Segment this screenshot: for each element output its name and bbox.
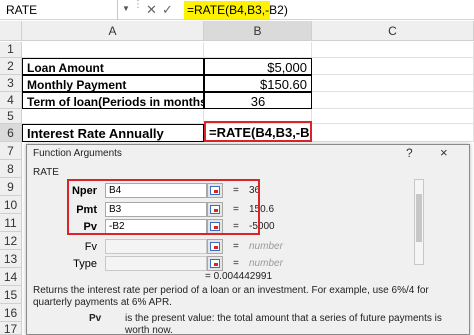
arg-value-type: number [249,258,283,269]
collapse-dialog-button-type[interactable] [207,256,223,271]
argument-description-name: Pv [89,313,102,324]
row-header[interactable]: 6 [0,124,22,142]
cell-b1[interactable] [204,42,312,58]
column-header-b[interactable]: B [204,21,312,41]
name-box[interactable]: RATE [0,0,118,20]
row-header[interactable]: 12 [0,232,22,250]
row-header[interactable]: 8 [0,160,22,178]
range-select-icon [210,259,220,268]
cell-b4[interactable]: 36 [204,92,312,109]
formula-result: = 0.004442991 [205,271,273,282]
collapse-dialog-button-fv[interactable] [207,239,223,254]
function-name: RATE [33,167,59,178]
cell-c6[interactable] [312,124,474,142]
arg-input-type[interactable] [105,256,207,271]
enter-icon[interactable]: ✓ [162,2,173,18]
row-header[interactable]: 2 [0,58,22,75]
formula-input[interactable]: =RATE(B4,B3,-B2) [184,1,288,19]
column-header-a[interactable]: A [22,21,204,41]
row-header[interactable]: 4 [0,92,22,109]
cell-a3[interactable]: Monthly Payment [22,75,204,92]
cell-c1[interactable] [312,42,474,58]
cell-a6[interactable]: Interest Rate Annually [22,124,204,142]
cancel-icon[interactable]: ✕ [146,2,157,18]
row-header[interactable]: 3 [0,75,22,92]
arg-value-fv: number [249,241,283,252]
row-header[interactable]: 14 [0,268,22,286]
formula-bar-splitter[interactable]: ⋮ [133,0,143,18]
cell-b3[interactable]: $150.60 [204,75,312,92]
row-header[interactable]: 17 [0,322,22,335]
function-description: Returns the interest rate per period of … [33,285,429,308]
select-all-corner[interactable] [0,21,22,41]
cell-a5[interactable] [22,109,204,124]
row-header[interactable]: 5 [0,109,22,124]
row-header[interactable]: 15 [0,286,22,304]
cell-a1[interactable] [22,42,204,58]
dialog-title: Function Arguments [33,148,122,159]
arg-equals: = [233,258,239,269]
range-select-icon [210,242,220,251]
scrollbar-thumb[interactable] [416,194,422,242]
arguments-scrollbar[interactable] [414,179,424,265]
cell-c3[interactable] [312,75,474,92]
argument-description: is the present value: the total amount t… [125,313,442,335]
column-header-c[interactable]: C [312,21,474,41]
name-box-dropdown-icon[interactable]: ▼ [122,4,130,13]
arg-equals: = [233,241,239,252]
row-header[interactable]: 16 [0,304,22,322]
row-header[interactable]: 7 [0,142,22,160]
arg-label-fv: Fv [84,241,97,253]
cell-c5[interactable] [312,109,474,124]
cell-b2[interactable]: $5,000 [204,58,312,75]
required-args-highlight [67,179,260,235]
close-icon[interactable]: × [440,145,448,160]
help-icon[interactable]: ? [406,146,413,160]
row-header[interactable]: 11 [0,214,22,232]
row-header[interactable]: 10 [0,196,22,214]
cell-b6-formula[interactable]: =RATE(B4,B3,-B2) [204,121,312,142]
arg-label-type: Type [73,258,97,270]
row-header[interactable]: 13 [0,250,22,268]
cell-c4[interactable] [312,92,474,109]
row-header[interactable]: 1 [0,42,22,58]
cell-c2[interactable] [312,58,474,75]
formula-bar: RATE ▼ ⋮ ✕ ✓ =RATE(B4,B3,-B2) [0,0,474,20]
function-arguments-dialog: Function Arguments ? × RATE Nper B4 = 36… [26,144,470,335]
arg-input-fv[interactable] [105,239,207,254]
cell-a4[interactable]: Term of loan(Periods in months) [22,92,204,109]
cell-a2[interactable]: Loan Amount [22,58,204,75]
row-header[interactable]: 9 [0,178,22,196]
